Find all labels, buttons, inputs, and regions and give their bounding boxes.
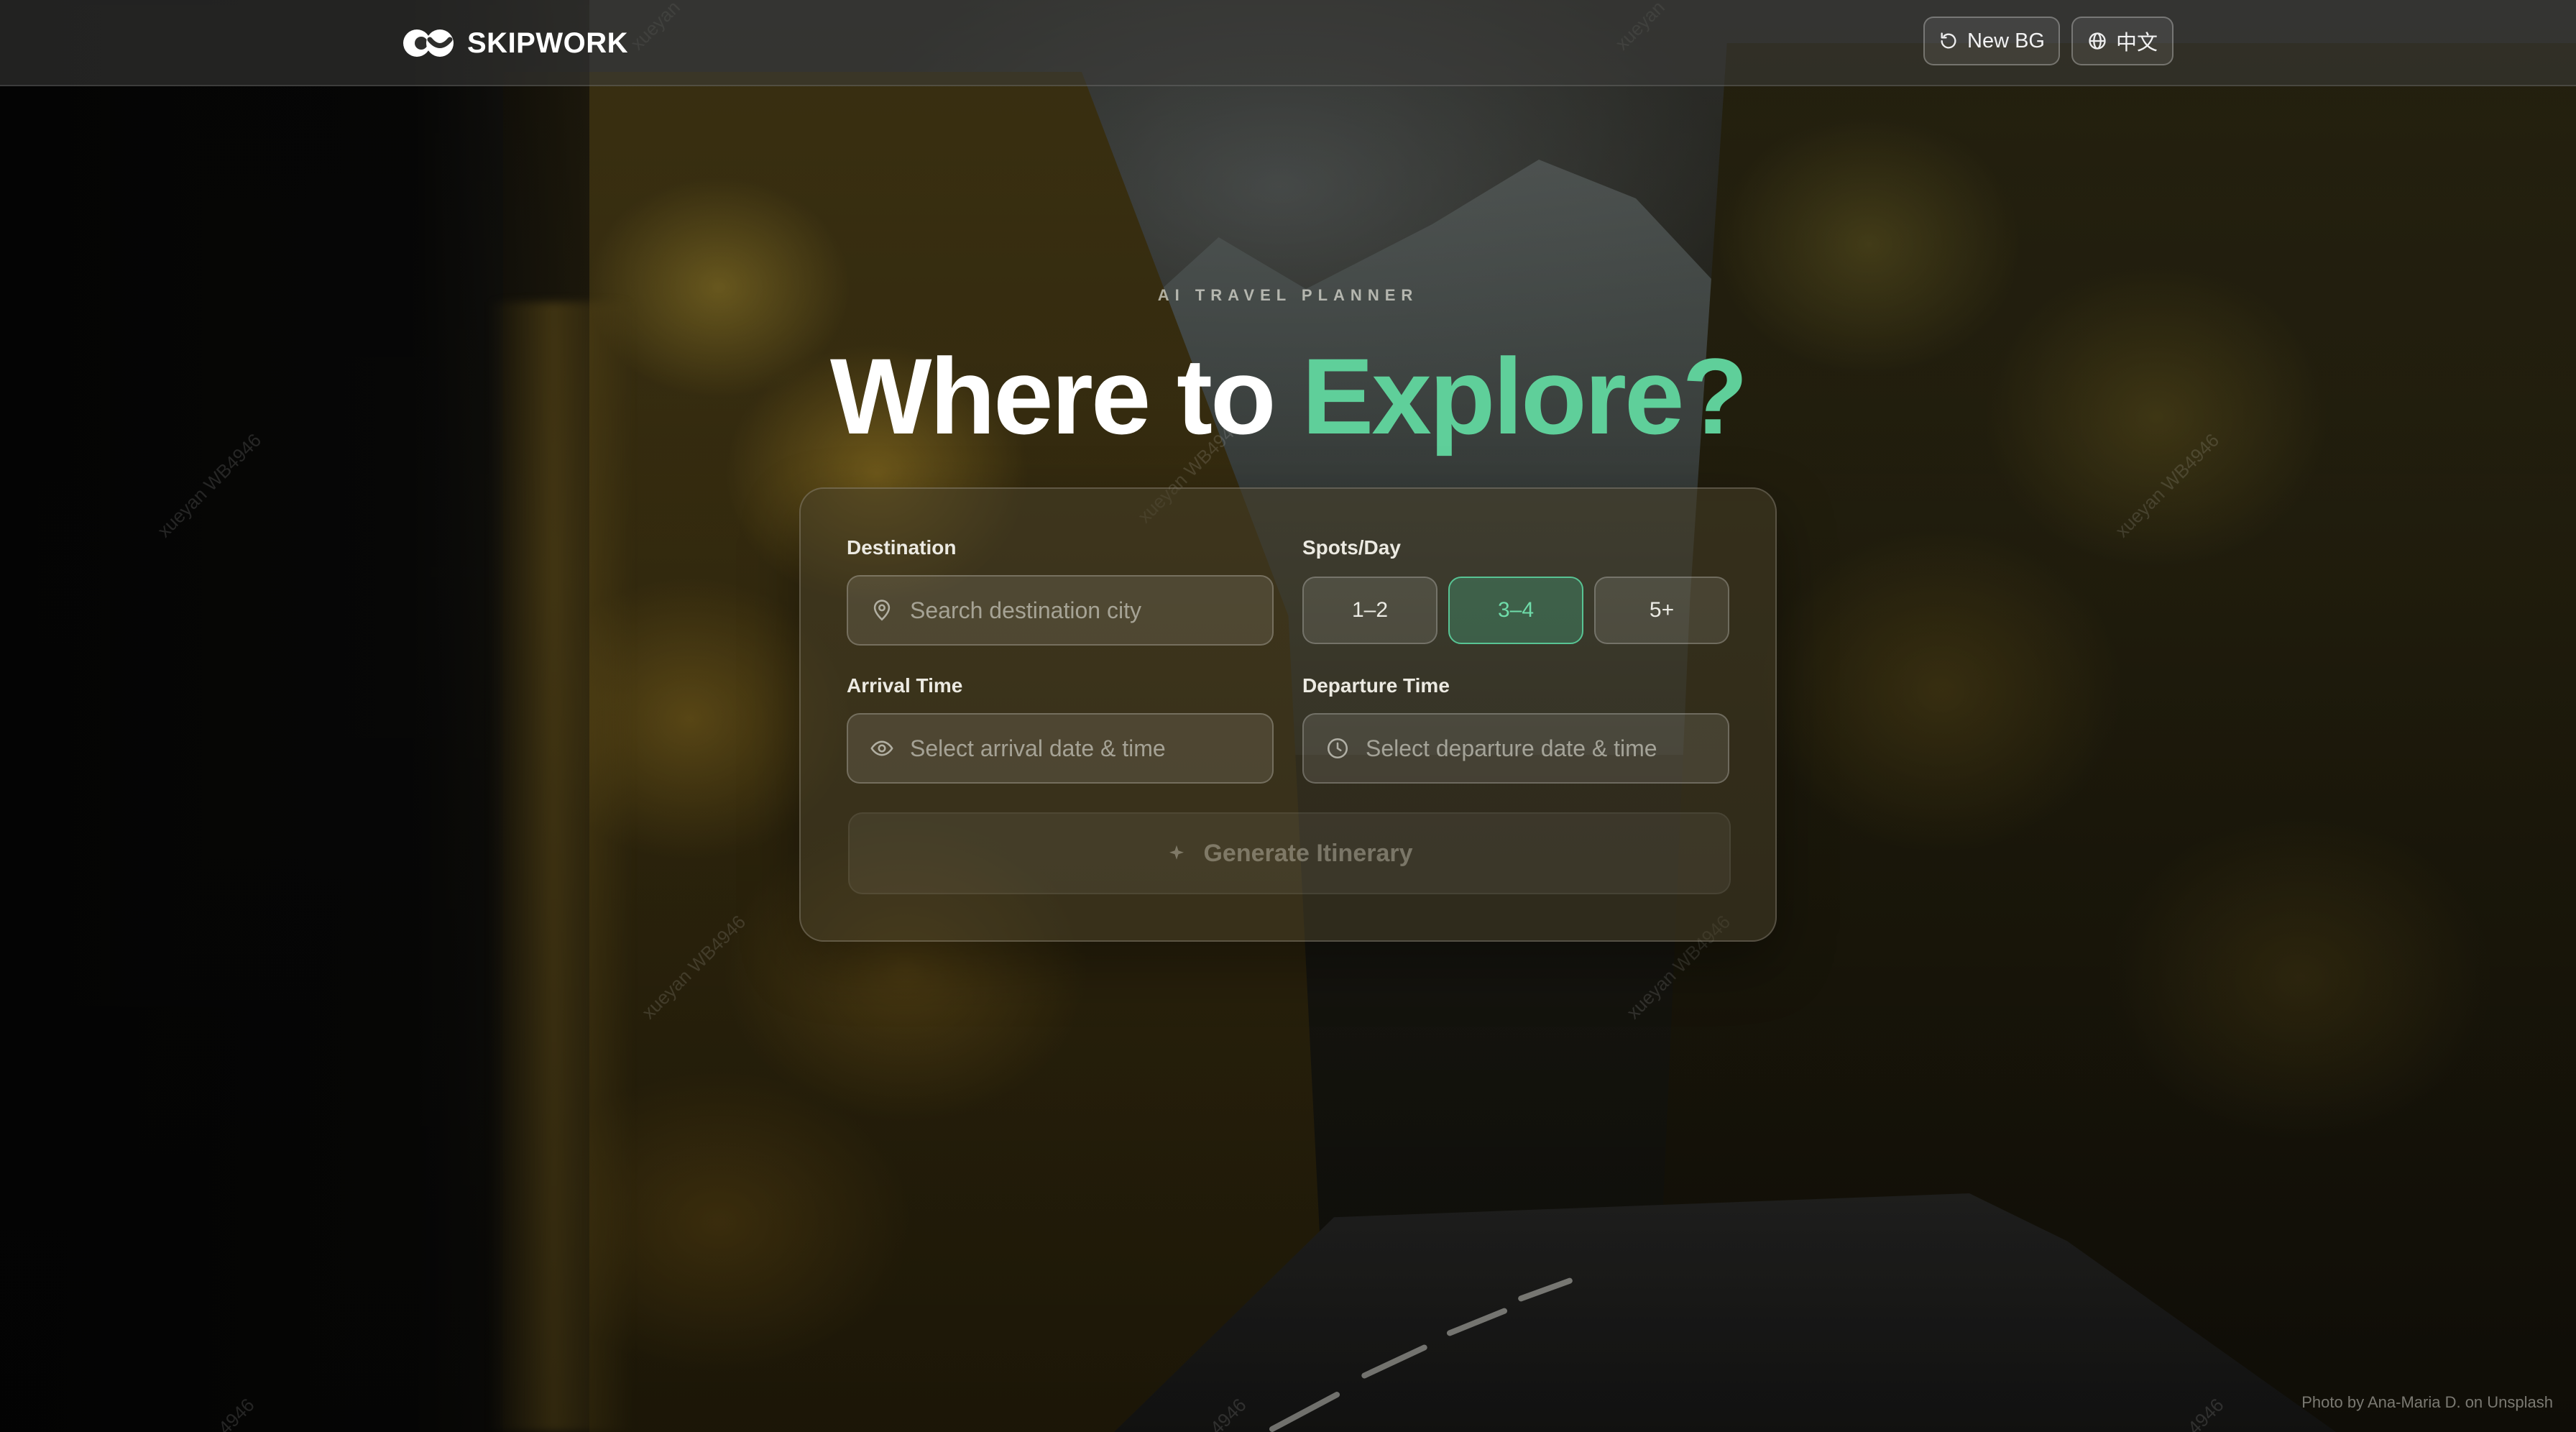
sparkle-icon — [1169, 845, 1184, 860]
departure-time-input[interactable] — [1366, 735, 1696, 762]
departure-time-label: Departure Time — [1302, 674, 1450, 697]
arrival-time-field[interactable] — [847, 713, 1274, 784]
destination-field[interactable] — [847, 575, 1274, 646]
spots-option-1-2[interactable]: 1–2 — [1302, 577, 1438, 644]
title-part-2: Explore? — [1302, 336, 1748, 456]
generate-itinerary-label: Generate Itinerary — [1203, 839, 1413, 867]
spots-option-3-4[interactable]: 3–4 — [1448, 577, 1583, 644]
language-label: 中文 — [2115, 32, 2158, 55]
destination-label: Destination — [847, 536, 957, 559]
planner-form-card: Destination Spots/Day 1–2 3–4 5+ Arrival… — [799, 487, 1777, 942]
brand[interactable]: SKIPWORK — [402, 24, 628, 62]
page-title: Where to Explore? — [0, 335, 2576, 457]
clock-icon — [1327, 738, 1348, 759]
eyebrow-label: AI TRAVEL PLANNER — [1157, 286, 1419, 304]
top-nav-bar: SKIPWORK New BG 中文 — [0, 0, 2576, 86]
eye-icon — [870, 740, 893, 756]
title-part-1: Where to — [829, 336, 1302, 456]
new-background-button[interactable]: New BG — [1923, 17, 2060, 65]
globe-icon — [2089, 32, 2106, 50]
spots-option-5-plus[interactable]: 5+ — [1594, 577, 1729, 644]
refresh-icon — [1941, 32, 1956, 49]
departure-time-field[interactable] — [1302, 713, 1729, 784]
arrival-time-label: Arrival Time — [847, 674, 963, 697]
destination-input[interactable] — [910, 597, 1241, 624]
photo-credit[interactable]: Photo by Ana-Maria D. on Unsplash — [2301, 1393, 2553, 1412]
arrival-time-input[interactable] — [910, 735, 1241, 762]
new-background-label: New BG — [1967, 29, 2045, 52]
language-toggle-button[interactable]: 中文 — [2071, 17, 2174, 65]
skipwork-logo-icon — [403, 29, 454, 57]
spots-per-day-label: Spots/Day — [1302, 536, 1401, 559]
generate-itinerary-button[interactable]: Generate Itinerary — [848, 812, 1731, 894]
brand-name: SKIPWORK — [467, 27, 628, 59]
location-pin-icon — [873, 600, 891, 621]
